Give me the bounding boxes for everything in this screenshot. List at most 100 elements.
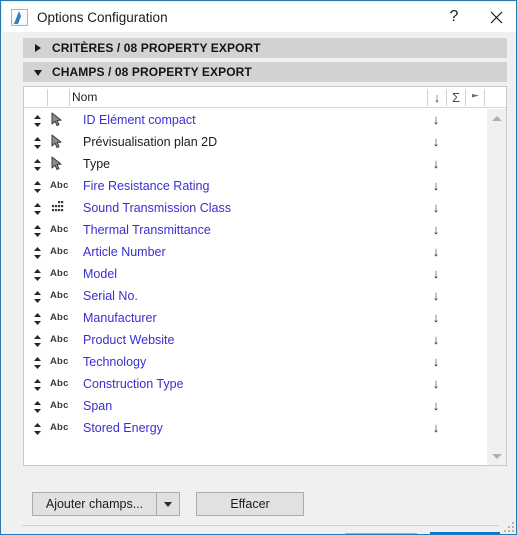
- column-header-nom[interactable]: Nom: [72, 90, 97, 104]
- row-label: Thermal Transmittance: [83, 223, 211, 237]
- abc-text-icon: Abc: [50, 290, 69, 301]
- abc-text-icon: Abc: [50, 378, 69, 389]
- row-label: Manufacturer: [83, 311, 157, 325]
- row-label: Construction Type: [83, 377, 184, 391]
- row-label: Prévisualisation plan 2D: [83, 135, 218, 149]
- sort-descending-icon[interactable]: ↓: [428, 263, 444, 285]
- sort-descending-icon[interactable]: ↓: [428, 307, 444, 329]
- table-row[interactable]: Abc Manufacturer ↓: [24, 307, 486, 329]
- drag-handle-icon[interactable]: [33, 158, 42, 171]
- drag-handle-icon[interactable]: [33, 202, 42, 215]
- chevron-down-icon: [492, 453, 502, 459]
- footer-divider: [22, 525, 499, 526]
- add-fields-dropdown-button[interactable]: [156, 492, 180, 516]
- table-row[interactable]: Sound Transmission Class ↓: [24, 197, 486, 219]
- row-label: ID Elément compact: [83, 113, 196, 127]
- list-scrollbar[interactable]: [486, 109, 506, 465]
- sort-descending-icon[interactable]: ↓: [428, 285, 444, 307]
- flag-icon[interactable]: [466, 89, 484, 106]
- clear-button[interactable]: Effacer: [196, 492, 304, 516]
- table-row[interactable]: Abc Construction Type ↓: [24, 373, 486, 395]
- row-label: Product Website: [83, 333, 175, 347]
- options-configuration-dialog: Options Configuration ? CRITÈRES / 08 PR…: [0, 0, 517, 535]
- window-title: Options Configuration: [37, 9, 168, 25]
- pointer-icon: [50, 112, 70, 128]
- scroll-down-button[interactable]: [487, 447, 506, 465]
- title-bar: Options Configuration ?: [2, 2, 516, 32]
- sort-descending-icon[interactable]: ↓: [428, 351, 444, 373]
- row-label: Model: [83, 267, 118, 281]
- sort-descending-icon[interactable]: ↓: [428, 329, 444, 351]
- add-fields-button[interactable]: Ajouter champs...: [32, 492, 156, 516]
- sort-descending-icon[interactable]: ↓: [428, 241, 444, 263]
- abc-text-icon: Abc: [50, 312, 69, 323]
- table-row[interactable]: Abc Span ↓: [24, 395, 486, 417]
- table-row[interactable]: Abc Fire Resistance Rating ↓: [24, 175, 486, 197]
- drag-handle-icon[interactable]: [33, 356, 42, 369]
- sort-descending-icon[interactable]: ↓: [428, 109, 444, 131]
- abc-text-icon: Abc: [50, 400, 69, 411]
- table-row[interactable]: Abc Serial No. ↓: [24, 285, 486, 307]
- abc-text-icon: Abc: [50, 356, 69, 367]
- drag-handle-icon[interactable]: [33, 246, 42, 259]
- abc-text-icon: Abc: [50, 224, 69, 235]
- abc-text-icon: Abc: [50, 334, 69, 345]
- table-row[interactable]: Abc Thermal Transmittance ↓: [24, 219, 486, 241]
- table-row[interactable]: ID Elément compact ↓: [24, 109, 486, 131]
- drag-handle-icon[interactable]: [33, 290, 42, 303]
- table-row[interactable]: Abc Technology ↓: [24, 351, 486, 373]
- drag-handle-icon[interactable]: [33, 136, 42, 149]
- fields-list-header: Nom ↓ Σ: [24, 87, 506, 108]
- close-icon[interactable]: [475, 2, 516, 32]
- fields-list: Nom ↓ Σ ID Elément compact ↓ Prévisualisat…: [23, 86, 507, 466]
- abc-text-icon: Abc: [50, 180, 69, 191]
- drag-handle-icon[interactable]: [33, 378, 42, 391]
- abc-text-icon: Abc: [50, 422, 69, 433]
- table-row[interactable]: Abc Article Number ↓: [24, 241, 486, 263]
- row-label: Technology: [83, 355, 147, 369]
- table-row[interactable]: Abc Model ↓: [24, 263, 486, 285]
- drag-handle-icon[interactable]: [33, 422, 42, 435]
- sort-descending-icon[interactable]: ↓: [428, 89, 446, 106]
- drag-handle-icon[interactable]: [33, 224, 42, 237]
- drag-handle-icon[interactable]: [33, 180, 42, 193]
- sort-descending-icon[interactable]: ↓: [428, 219, 444, 241]
- drag-handle-icon[interactable]: [33, 312, 42, 325]
- header-divider: [47, 89, 48, 106]
- number-grid-icon: [50, 200, 70, 216]
- section-header-champs[interactable]: CHAMPS / 08 PROPERTY EXPORT: [23, 62, 507, 82]
- sort-descending-icon[interactable]: ↓: [428, 131, 444, 153]
- sort-descending-icon[interactable]: ↓: [428, 373, 444, 395]
- drag-handle-icon[interactable]: [33, 400, 42, 413]
- title-bar-buttons: ?: [433, 2, 516, 32]
- sort-descending-icon[interactable]: ↓: [428, 175, 444, 197]
- section-label-criteres: CRITÈRES / 08 PROPERTY EXPORT: [52, 41, 261, 55]
- scroll-up-button[interactable]: [487, 109, 506, 127]
- drag-handle-icon[interactable]: [33, 114, 42, 127]
- sort-descending-icon[interactable]: ↓: [428, 395, 444, 417]
- table-row[interactable]: Type ↓: [24, 153, 486, 175]
- pointer-icon: [50, 156, 70, 172]
- section-label-champs: CHAMPS / 08 PROPERTY EXPORT: [52, 65, 252, 79]
- row-label: Stored Energy: [83, 421, 163, 435]
- drag-handle-icon[interactable]: [33, 334, 42, 347]
- row-label: Type: [83, 157, 111, 171]
- section-header-criteres[interactable]: CRITÈRES / 08 PROPERTY EXPORT: [23, 38, 507, 58]
- sort-descending-icon[interactable]: ↓: [428, 153, 444, 175]
- sum-sigma-icon[interactable]: Σ: [447, 89, 465, 106]
- header-divider: [484, 89, 485, 106]
- help-button[interactable]: ?: [433, 2, 475, 32]
- pointer-icon: [50, 134, 70, 150]
- table-row[interactable]: Abc Product Website ↓: [24, 329, 486, 351]
- row-label: Sound Transmission Class: [83, 201, 231, 215]
- row-label: Article Number: [83, 245, 166, 259]
- sort-descending-icon[interactable]: ↓: [428, 197, 444, 219]
- resize-grip-icon[interactable]: [504, 522, 514, 532]
- table-row[interactable]: Abc Stored Energy ↓: [24, 417, 486, 439]
- drag-handle-icon[interactable]: [33, 268, 42, 281]
- row-label: Fire Resistance Rating: [83, 179, 210, 193]
- chevron-down-icon: [34, 68, 43, 77]
- table-row[interactable]: Prévisualisation plan 2D ↓: [24, 131, 486, 153]
- chevron-right-icon: [34, 43, 43, 53]
- sort-descending-icon[interactable]: ↓: [428, 417, 444, 439]
